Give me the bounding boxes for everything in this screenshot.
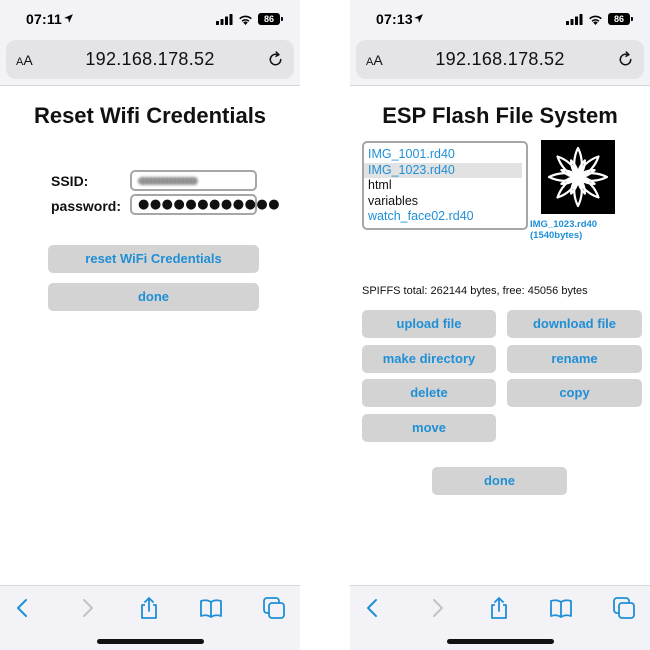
page-title: Reset Wifi Credentials [33, 103, 267, 128]
back-icon[interactable] [10, 595, 36, 621]
password-label: password: [51, 198, 122, 214]
share-icon[interactable] [486, 595, 512, 621]
download-file-button[interactable]: download file [507, 310, 642, 338]
home-indicator [97, 639, 204, 644]
move-button[interactable]: move [362, 414, 496, 442]
image-preview [541, 140, 615, 214]
file-name[interactable]: IMG_1023.rd40 [368, 163, 455, 177]
url-text[interactable]: 192.168.178.52 [356, 49, 644, 70]
status-icons: 86 [216, 12, 283, 26]
page-title: ESP Flash File System [382, 103, 618, 128]
spiffs-info: SPIFFS total: 262144 bytes, free: 45056 … [362, 285, 588, 297]
file-item[interactable]: IMG_1001.rd40 [364, 147, 522, 163]
done-button[interactable]: done [48, 283, 259, 311]
battery-indicator: 86 [258, 13, 283, 25]
copy-button[interactable]: copy [507, 379, 642, 407]
status-icons: 86 [566, 12, 633, 26]
file-item[interactable]: IMG_1023.rd40 [364, 162, 522, 178]
wifi-icon [239, 15, 252, 25]
ssid-label: SSID: [51, 173, 89, 189]
location-arrow-icon [414, 14, 423, 23]
password-field[interactable]: ●●●●●●●●●●●● [130, 194, 280, 215]
wifi-icon [589, 15, 602, 25]
reset-wifi-credentials-button[interactable]: reset WiFi Credentials [48, 245, 259, 273]
tabs-icon[interactable] [261, 595, 287, 621]
tabs-icon[interactable] [611, 595, 637, 621]
browser-top-bar: 07:11 86 AA 192.168.178.52 [0, 0, 300, 86]
battery-indicator: 86 [608, 13, 633, 25]
file-item[interactable]: variables [364, 194, 522, 210]
bookmarks-icon[interactable] [198, 595, 224, 621]
file-name[interactable]: html [368, 178, 392, 192]
status-time: 07:13 [376, 11, 413, 27]
file-item[interactable]: html [364, 178, 522, 194]
address-bar[interactable]: AA 192.168.178.52 [6, 40, 294, 79]
url-text[interactable]: 192.168.178.52 [6, 49, 294, 70]
file-name[interactable]: variables [368, 194, 418, 208]
upload-file-button[interactable]: upload file [362, 310, 496, 338]
file-list[interactable]: IMG_1001.rd40 IMG_1023.rd40 html variabl… [362, 141, 528, 230]
preview-filename[interactable]: IMG_1023.rd40 [530, 219, 597, 230]
ssid-value-redacted [138, 177, 198, 185]
make-directory-button[interactable]: make directory [362, 345, 496, 373]
rename-button[interactable]: rename [507, 345, 642, 373]
location-arrow-icon [64, 14, 73, 23]
share-icon[interactable] [136, 595, 162, 621]
phone-screen-wifi-reset: 07:11 86 AA 192.168.178.52 Reset Wifi Cr… [0, 0, 300, 650]
ssid-field[interactable] [130, 170, 257, 191]
done-button[interactable]: done [432, 467, 567, 495]
back-icon[interactable] [360, 595, 386, 621]
cellular-signal-icon [216, 13, 233, 25]
browser-toolbar [350, 585, 650, 650]
bookmarks-icon[interactable] [548, 595, 574, 621]
forward-icon[interactable] [424, 595, 450, 621]
forward-icon[interactable] [74, 595, 100, 621]
file-name[interactable]: watch_face02.rd40 [368, 209, 474, 223]
cellular-signal-icon [566, 13, 583, 25]
browser-top-bar: 07:13 86 AA 192.168.178.52 [350, 0, 650, 86]
file-item[interactable]: watch_face02.rd40 [364, 209, 522, 225]
password-value: ●●●●●●●●●●●● [138, 197, 281, 212]
status-time: 07:11 [26, 11, 63, 27]
delete-button[interactable]: delete [362, 379, 496, 407]
preview-filesize: (1540bytes) [530, 230, 583, 241]
reload-icon[interactable] [266, 50, 285, 69]
reload-icon[interactable] [616, 50, 635, 69]
browser-toolbar [0, 585, 300, 650]
address-bar[interactable]: AA 192.168.178.52 [356, 40, 644, 79]
home-indicator [447, 639, 554, 644]
file-name[interactable]: IMG_1001.rd40 [368, 147, 455, 161]
